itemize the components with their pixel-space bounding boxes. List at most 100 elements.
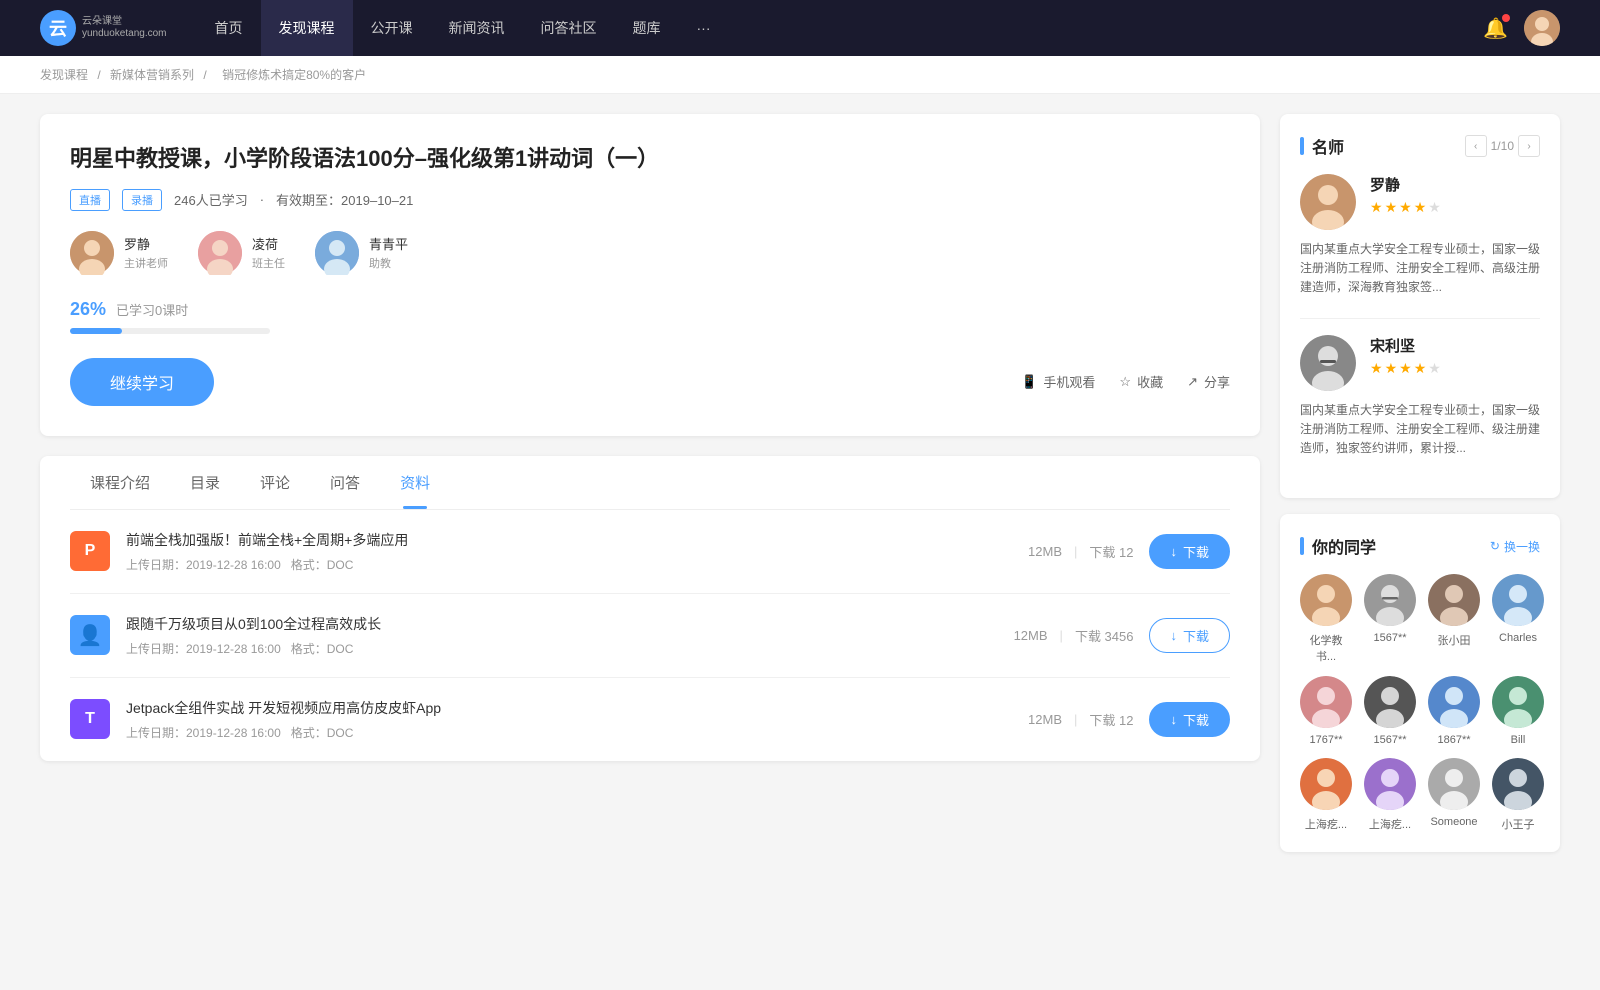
breadcrumb-discover[interactable]: 发现课程 [40,68,88,82]
resource-downloads-2: 下载 12 [1089,710,1133,729]
classmate-item-10[interactable]: Someone [1428,758,1480,832]
resource-info-1: 跟随千万级项目从0到100全过程高效成长 上传日期：2019-12-28 16:… [126,614,998,657]
refresh-classmates-button[interactable]: ↻ 换一换 [1490,538,1540,555]
classmates-title-bar [1300,537,1304,555]
tabs-section: 课程介绍 目录 评论 问答 资料 P 前端全栈加强版！前端全栈+全周期+多端应用… [40,456,1260,761]
classmate-item-1[interactable]: 1567** [1364,574,1416,664]
teachers-panel-nav: ‹ 1/10 › [1465,135,1540,157]
classmate-name-8: 上海疙... [1305,816,1347,832]
download-button-1[interactable]: ↓ 下载 [1149,618,1230,653]
nav-item-news[interactable]: 新闻资讯 [431,0,523,56]
navbar: 云 云朵课堂 yunduoketang.com 首页 发现课程 公开课 新闻资讯… [0,0,1600,56]
classmate-avatar-6 [1428,676,1480,728]
nav-items: 首页 发现课程 公开课 新闻资讯 问答社区 题库 ··· [197,0,1484,56]
classmate-name-10: Someone [1430,816,1477,828]
tab-catalog[interactable]: 目录 [170,456,240,509]
tabs-header: 课程介绍 目录 评论 问答 资料 [70,456,1230,510]
teacher-card-1: 宋利坚 ★ ★ ★ ★ ★ 国内某重点大学安全工程专业硕士，国家一级注册消防工程… [1300,335,1540,459]
classmate-item-7[interactable]: Bill [1492,676,1544,746]
continue-learning-button[interactable]: 继续学习 [70,358,214,406]
nav-item-open[interactable]: 公开课 [353,0,431,56]
progress-detail: 已学习0课时 [116,300,188,319]
download-button-0[interactable]: ↓ 下载 [1149,534,1230,569]
tab-resources[interactable]: 资料 [380,456,450,509]
tab-review[interactable]: 评论 [240,456,310,509]
progress-bar-fill [70,328,122,334]
course-title: 明星中教授课，小学阶段语法100分–强化级第1讲动词（一） [70,144,1230,175]
classmate-avatar-7 [1492,676,1544,728]
classmate-name-0: 化学教书... [1300,632,1352,664]
tab-qa[interactable]: 问答 [310,456,380,509]
teachers-prev-button[interactable]: ‹ [1465,135,1487,157]
instructor-avatar-2 [315,231,359,275]
classmate-item-5[interactable]: 1567** [1364,676,1416,746]
collect-button[interactable]: ☆ 收藏 [1119,372,1163,391]
classmate-avatar-4 [1300,676,1352,728]
bell-icon[interactable]: 🔔 [1483,16,1508,41]
teacher-card-0: 罗静 ★ ★ ★ ★ ★ 国内某重点大学安全工程专业硕士，国家一级注册消防工程师… [1300,174,1540,298]
teacher-info-0: 罗静 ★ ★ ★ ★ ★ [1370,174,1540,216]
instructor-0: 罗静 主讲老师 [70,231,168,275]
progress-label: 26% 已学习0课时 [70,299,1230,320]
download-icon-1: ↓ [1170,628,1177,643]
logo-icon: 云 [40,10,76,46]
classmate-name-11: 小王子 [1502,816,1535,832]
classmate-item-0[interactable]: 化学教书... [1300,574,1352,664]
nav-item-more[interactable]: ··· [679,0,729,56]
instructor-info-2: 青青平 助教 [369,234,408,271]
classmate-name-7: Bill [1511,734,1526,746]
teacher-avatar-0 [1300,174,1356,230]
classmates-panel-title: 你的同学 [1300,534,1376,558]
classmate-item-4[interactable]: 1767** [1300,676,1352,746]
nav-right: 🔔 [1483,10,1560,46]
download-button-2[interactable]: ↓ 下载 [1149,702,1230,737]
breadcrumb: 发现课程 / 新媒体营销系列 / 销冠修炼术搞定80%的客户 [0,56,1600,94]
tab-intro[interactable]: 课程介绍 [70,456,170,509]
nav-item-discover[interactable]: 发现课程 [261,0,353,56]
teacher-top-1: 宋利坚 ★ ★ ★ ★ ★ [1300,335,1540,391]
teachers-panel-title: 名师 [1300,134,1344,158]
logo-text: 云朵课堂 yunduoketang.com [82,16,167,40]
teachers-next-button[interactable]: › [1518,135,1540,157]
classmate-item-11[interactable]: 小王子 [1492,758,1544,832]
classmates-panel: 你的同学 ↻ 换一换 化学教书... [1280,514,1560,852]
resource-info-2: Jetpack全组件实战 开发短视频应用高仿皮皮虾App 上传日期：2019-1… [126,698,1012,741]
user-avatar[interactable] [1524,10,1560,46]
classmate-item-2[interactable]: 张小田 [1428,574,1480,664]
sidebar: 名师 ‹ 1/10 › [1280,114,1560,868]
instructor-name-2: 青青平 [369,234,408,253]
share-label: 分享 [1204,372,1230,391]
resource-title-1: 跟随千万级项目从0到100全过程高效成长 [126,614,998,634]
course-valid-period: 有效期至：2019–10–21 [276,190,413,209]
resource-meta-1: 上传日期：2019-12-28 16:00 格式：DOC [126,640,998,657]
badge-live: 直播 [70,189,110,211]
refresh-label: 换一换 [1504,538,1540,555]
nav-item-home[interactable]: 首页 [197,0,261,56]
instructor-info-1: 凌荷 班主任 [252,234,285,271]
teacher-info-1: 宋利坚 ★ ★ ★ ★ ★ [1370,335,1540,377]
download-icon-0: ↓ [1170,544,1177,559]
instructors: 罗静 主讲老师 凌荷 班主任 [70,231,1230,275]
instructor-role-2: 助教 [369,255,408,271]
resource-downloads-0: 下载 12 [1089,542,1133,561]
resource-icon-1: 👤 [70,615,110,655]
classmate-name-1: 1567** [1373,632,1406,644]
breadcrumb-series[interactable]: 新媒体营销系列 [110,68,194,82]
resource-item-2: T Jetpack全组件实战 开发短视频应用高仿皮皮虾App 上传日期：2019… [70,678,1230,761]
classmate-item-8[interactable]: 上海疙... [1300,758,1352,832]
teacher-avatar-1 [1300,335,1356,391]
instructor-avatar-0 [70,231,114,275]
nav-item-quiz[interactable]: 题库 [615,0,679,56]
classmate-item-9[interactable]: 上海疙... [1364,758,1416,832]
nav-item-qa[interactable]: 问答社区 [523,0,615,56]
instructor-name-0: 罗静 [124,234,168,253]
teacher-name-1: 宋利坚 [1370,335,1540,356]
breadcrumb-current: 销冠修炼术搞定80%的客户 [222,68,366,82]
classmate-item-6[interactable]: 1867** [1428,676,1480,746]
share-button[interactable]: ↗ 分享 [1187,372,1230,391]
mobile-watch-button[interactable]: 📱 手机观看 [1021,372,1095,391]
logo[interactable]: 云 云朵课堂 yunduoketang.com [40,10,167,46]
progress-percent: 26% [70,299,106,320]
classmate-avatar-11 [1492,758,1544,810]
classmate-item-3[interactable]: Charles [1492,574,1544,664]
